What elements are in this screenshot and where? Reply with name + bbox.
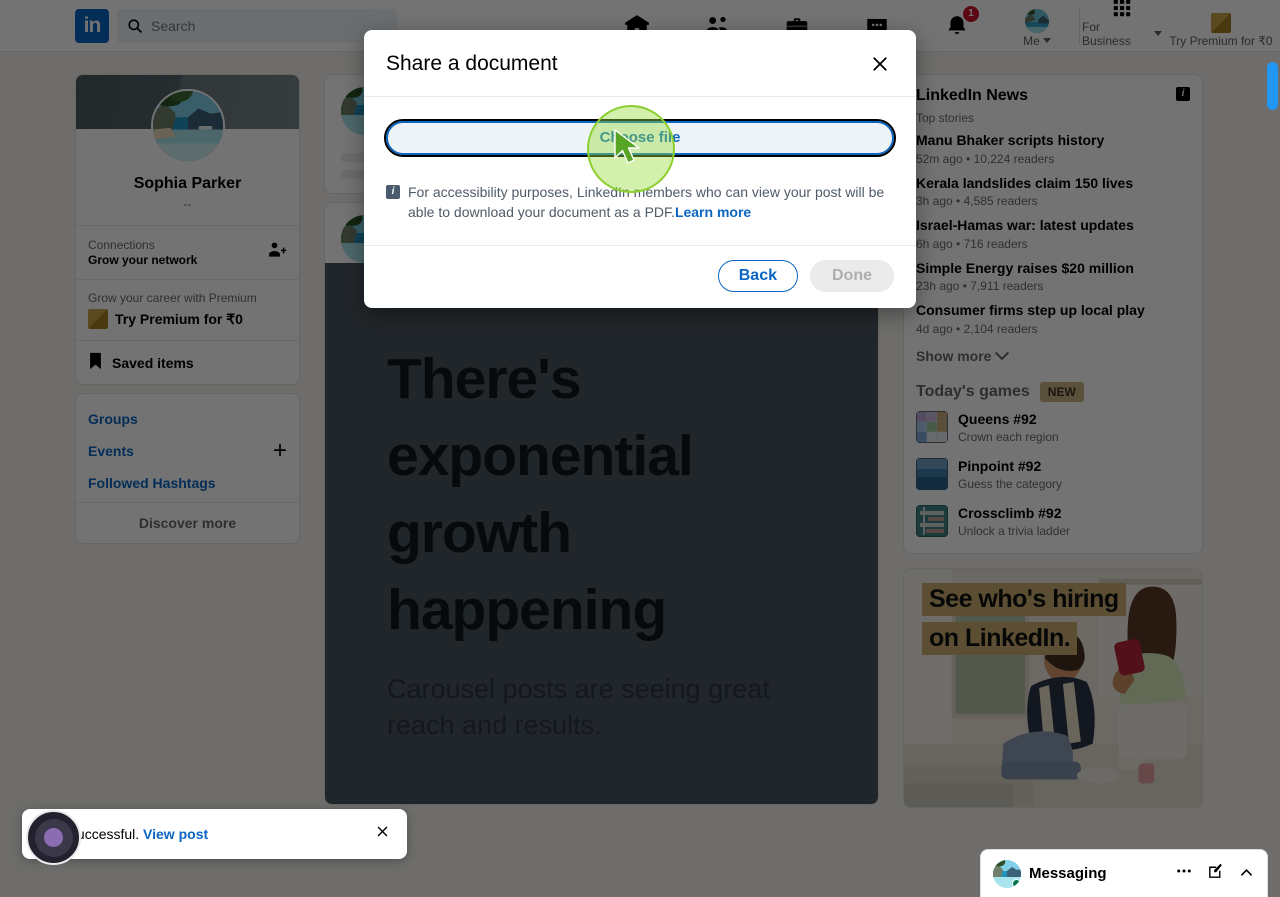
share-a-document-modal: Share a document Choose file i For acces…: [364, 30, 916, 308]
info-icon: i: [386, 185, 400, 199]
scrollbar-thumb[interactable]: [1267, 62, 1278, 110]
accessibility-text-body: For accessibility purposes, LinkedIn mem…: [408, 184, 885, 221]
recorder-dot: [44, 828, 63, 847]
done-button: Done: [810, 259, 894, 292]
back-button[interactable]: Back: [717, 259, 798, 292]
compose-message-icon[interactable]: [1207, 863, 1224, 885]
messaging-actions: [1175, 862, 1255, 885]
modal-body: Choose file i For accessibility purposes…: [364, 97, 916, 246]
learn-more-link[interactable]: Learn more: [675, 204, 751, 220]
accessibility-note: i For accessibility purposes, LinkedIn m…: [386, 182, 894, 231]
modal-header: Share a document: [364, 30, 916, 97]
close-icon[interactable]: [866, 50, 894, 78]
choose-file-button[interactable]: Choose file: [384, 119, 896, 157]
avatar[interactable]: [993, 859, 1021, 888]
messaging-label: Messaging: [1029, 865, 1107, 882]
close-icon[interactable]: [374, 823, 391, 845]
accessibility-text: For accessibility purposes, LinkedIn mem…: [408, 182, 894, 223]
recorder-ring: [34, 818, 73, 857]
page-scrollbar[interactable]: [1264, 0, 1280, 897]
more-options-icon[interactable]: [1175, 862, 1193, 885]
expand-chevron-up-icon[interactable]: [1238, 863, 1255, 885]
screen-recorder-indicator[interactable]: [26, 810, 81, 865]
modal-title: Share a document: [386, 52, 558, 75]
view-post-link[interactable]: View post: [143, 826, 208, 842]
modal-footer: Back Done: [364, 246, 916, 308]
online-status-dot: [1012, 878, 1021, 888]
messaging-bar[interactable]: Messaging: [980, 849, 1268, 897]
